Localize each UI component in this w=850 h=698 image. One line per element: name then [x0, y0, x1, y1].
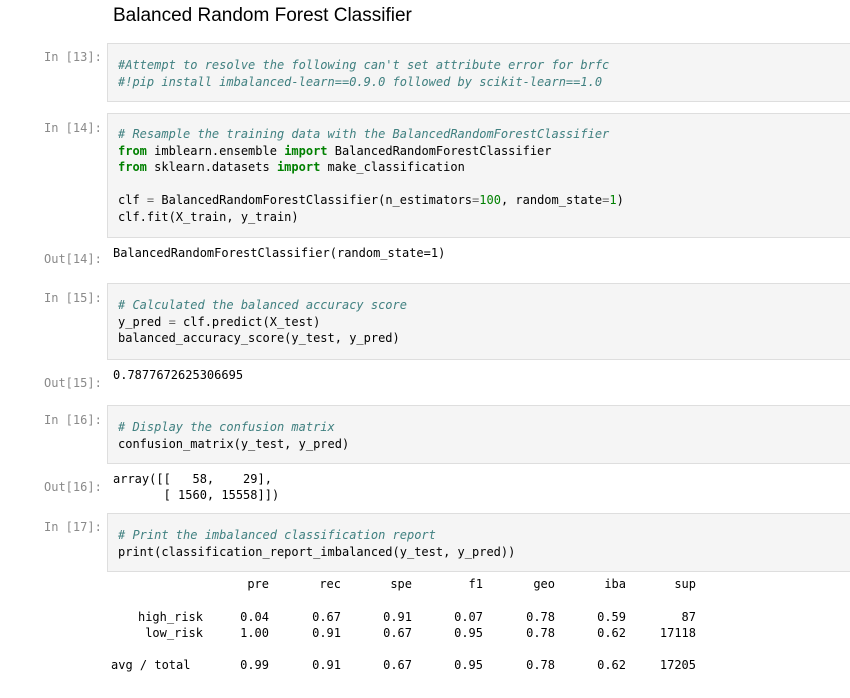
in-prompt-13: In [13]:: [44, 50, 102, 64]
code-text: BalancedRandomForestClassifier: [327, 143, 552, 158]
report-cell: 0.04: [240, 610, 269, 624]
classification-report: pre rec spe f1 geo iba sup high_risk 0.0…: [108, 577, 696, 673]
code-text: , random_state: [500, 193, 603, 207]
report-cell: 0.91: [312, 658, 341, 672]
report-cell: 0.95: [454, 658, 483, 672]
in-prompt-16: In [16]:: [44, 413, 102, 427]
report-cell: 0.67: [383, 658, 412, 672]
report-cell: 0.99: [240, 658, 269, 672]
report-cell: 0.67: [383, 626, 412, 640]
report-row: low_risk 1.00 0.91 0.67 0.95 0.78 0.62 1…: [108, 625, 696, 641]
code-comment: #Attempt to resolve the following can't …: [118, 58, 610, 72]
row-label: high_risk: [137, 610, 203, 624]
code-text: y_pred: [118, 314, 169, 329]
code-comment: # Print the imbalanced classification re…: [118, 528, 436, 542]
kw-import: import: [276, 160, 321, 174]
code-text: print(classification_report_imbalanced(y…: [118, 544, 516, 559]
code-13: #Attempt to resolve the following can't …: [118, 57, 609, 90]
col-header-rec: rec: [319, 577, 341, 591]
header-spacer: [108, 577, 203, 609]
code-16: # Display the confusion matrix confusion…: [118, 419, 349, 452]
report-cell: 17118: [659, 626, 696, 640]
array-line: array([[ 58, 29],: [113, 472, 272, 486]
code-text: clf.fit(X_train, y_train): [118, 209, 299, 224]
code-text: confusion_matrix(y_test, y_pred): [118, 436, 350, 451]
code-text: make_classification: [320, 160, 465, 174]
code-14: # Resample the training data with the Ba…: [118, 126, 624, 225]
code-number: 100: [479, 193, 501, 207]
code-text: clf: [118, 193, 147, 207]
output-14: BalancedRandomForestClassifier(random_st…: [113, 246, 446, 260]
out-prompt-15: Out[15]:: [44, 376, 102, 390]
kw-import: import: [284, 143, 328, 158]
total-label: avg / total: [111, 658, 191, 672]
in-prompt-14: In [14]:: [44, 121, 102, 135]
col-header-spe: spe: [390, 577, 412, 591]
section-heading: Balanced Random Forest Classifier: [113, 5, 412, 26]
report-cell: 0.59: [597, 610, 626, 624]
code-15: # Calculated the balanced accuracy score…: [118, 297, 407, 347]
code-text: clf.predict(X_test): [175, 314, 321, 329]
report-cell: 87: [681, 610, 696, 624]
code-operator: =: [168, 314, 176, 329]
report-cell: 0.62: [597, 626, 626, 640]
code-text: imblearn.ensemble: [146, 143, 285, 158]
report-cell: 0.91: [312, 626, 341, 640]
report-cell: 0.07: [454, 610, 483, 624]
kw-from: from: [118, 143, 147, 158]
report-spacer-row: [108, 641, 696, 657]
code-comment: #!pip install imbalanced-learn==0.9.0 fo…: [118, 74, 603, 89]
output-15: 0.7877672625306695: [113, 368, 244, 382]
code-text: BalancedRandomForestClassifier(n_estimat…: [154, 193, 473, 207]
output-16: array([[ 58, 29], [ 1560, 15558]]): [113, 471, 279, 503]
report-cell: 1.00: [240, 626, 269, 640]
array-line: [ 1560, 15558]]): [113, 488, 280, 502]
report-cell: 0.67: [312, 610, 341, 624]
in-prompt-15: In [15]:: [44, 291, 102, 305]
report-cell: 17205: [659, 658, 696, 672]
report-total-row: avg / total 0.99 0.91 0.67 0.95 0.78 0.6…: [108, 657, 696, 673]
report-cell: 0.78: [526, 626, 555, 640]
out-prompt-14: Out[14]:: [44, 252, 102, 266]
code-text: balanced_accuracy_score(y_test, y_pred): [118, 331, 400, 345]
code-17: # Print the imbalanced classification re…: [118, 527, 515, 560]
col-header-iba: iba: [604, 577, 626, 591]
code-comment: # Resample the training data with the Ba…: [118, 127, 610, 141]
col-header-pre: pre: [247, 577, 269, 591]
col-header-sup: sup: [674, 577, 696, 591]
out-prompt-16: Out[16]:: [44, 480, 102, 494]
row-label: low_risk: [145, 626, 203, 640]
report-row: high_risk 0.04 0.67 0.91 0.07 0.78 0.59 …: [108, 609, 696, 625]
report-cell: 0.95: [454, 626, 483, 640]
col-header-f1: f1: [468, 577, 483, 591]
kw-from: from: [118, 160, 147, 174]
report-cell: 0.91: [383, 610, 412, 624]
code-comment: # Calculated the balanced accuracy score: [118, 298, 407, 312]
code-comment: # Display the confusion matrix: [118, 420, 335, 434]
report-header-row: pre rec spe f1 geo iba sup: [108, 577, 696, 609]
report-cell: 0.62: [597, 658, 626, 672]
col-header-geo: geo: [533, 577, 555, 591]
code-number: 1: [609, 193, 617, 207]
code-text: ): [616, 193, 624, 207]
in-prompt-17: In [17]:: [44, 520, 102, 534]
code-text: sklearn.datasets: [146, 160, 277, 174]
report-cell: 0.78: [526, 610, 555, 624]
report-cell: 0.78: [526, 658, 555, 672]
